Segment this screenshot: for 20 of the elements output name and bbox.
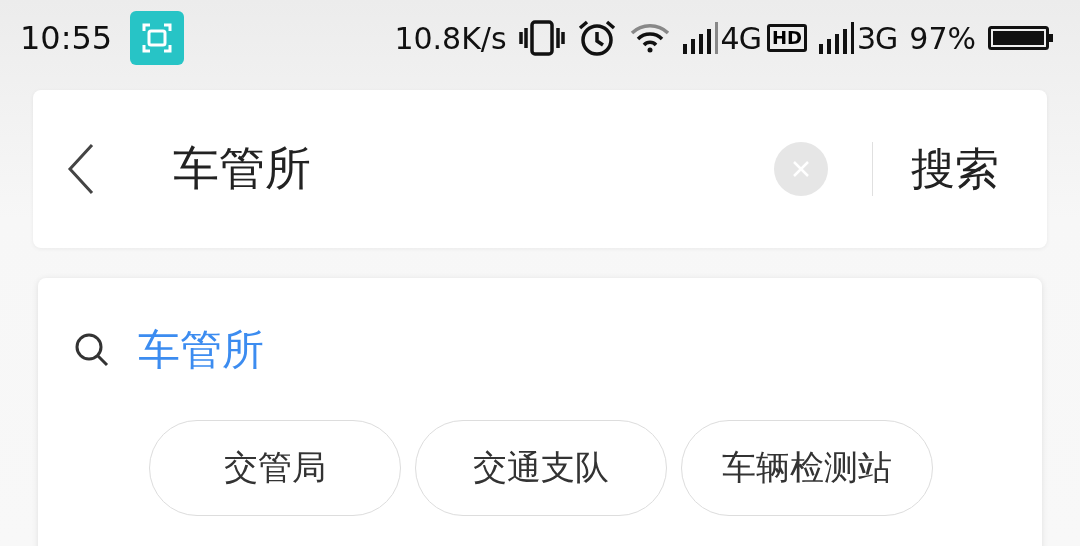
search-field[interactable]: 车管所	[173, 138, 774, 200]
back-icon[interactable]	[67, 143, 95, 195]
network-speed: 10.8K/s	[394, 20, 507, 56]
vibrate-icon	[518, 20, 565, 56]
battery-icon	[988, 26, 1054, 50]
suggestion-chip[interactable]: 交管局	[149, 420, 401, 516]
status-time: 10:55	[20, 19, 113, 57]
search-icon	[74, 332, 110, 368]
suggestion-chip[interactable]: 车辆检测站	[681, 420, 933, 516]
signal-icon	[682, 22, 719, 54]
network-type: 4G	[720, 20, 761, 56]
network-type: 3G	[856, 20, 898, 56]
hd-badge: HD	[766, 24, 807, 52]
suggestion-chip[interactable]: 交通支队	[415, 420, 667, 516]
wifi-icon	[628, 23, 671, 53]
signal-icon	[818, 22, 855, 54]
alarm-icon	[576, 19, 617, 57]
screenshot-icon	[130, 11, 185, 65]
search-button[interactable]: 搜索	[911, 139, 999, 199]
battery-percent: 97%	[909, 20, 976, 56]
